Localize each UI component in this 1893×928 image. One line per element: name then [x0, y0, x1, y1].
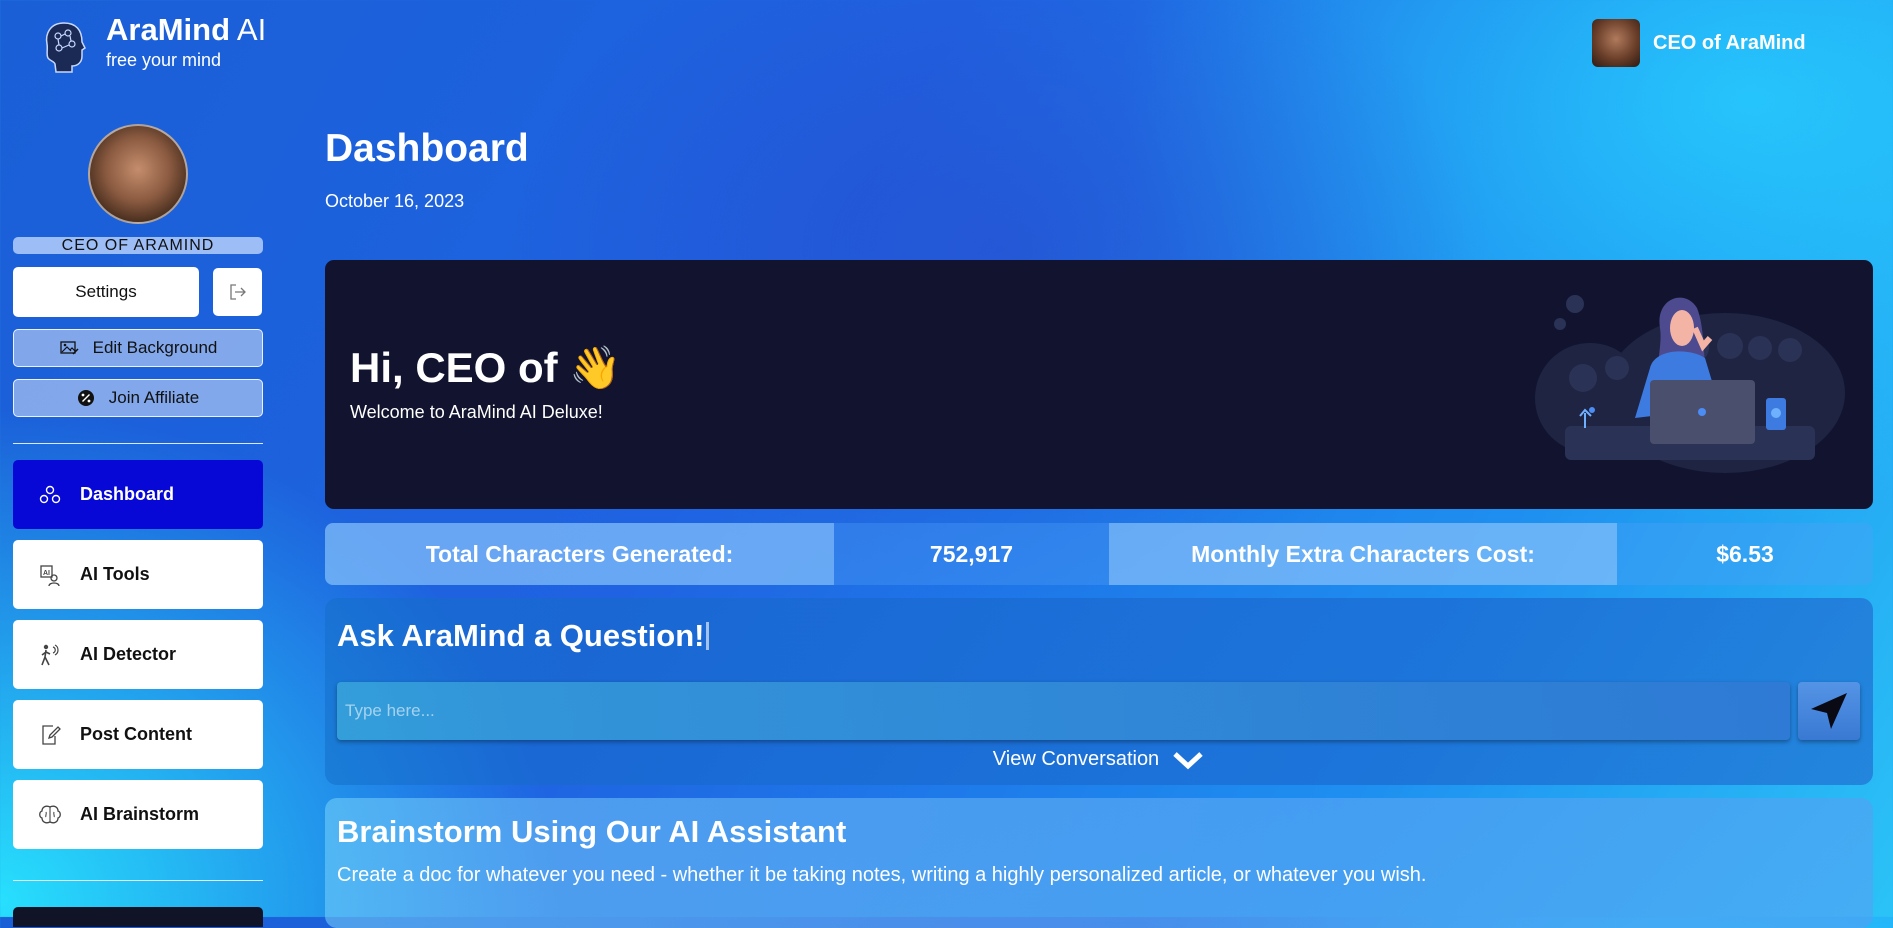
logout-button[interactable] [213, 268, 262, 316]
sidebar-item-label: Post Content [80, 724, 192, 744]
edit-background-button[interactable]: Edit Background [13, 329, 263, 367]
extra-cost-value: $6.53 [1617, 523, 1873, 585]
woman-laptop-illustration [1535, 295, 1845, 473]
role-label: CEO OF ARAMIND [13, 237, 263, 254]
settings-button[interactable]: Settings [13, 267, 199, 317]
hero-greeting: Hi, CEO of 👋 [350, 344, 622, 391]
edit-background-label: Edit Background [92, 338, 218, 357]
sidebar-divider [13, 880, 263, 881]
profile-avatar[interactable] [88, 124, 188, 224]
sidebar-item-label: AI Brainstorm [80, 804, 200, 824]
brainstorm-title: Brainstorm Using Our AI Assistant [337, 814, 847, 849]
top-user-name: CEO of AraMind [1653, 31, 1806, 54]
send-arrow-icon [1811, 693, 1847, 729]
sidebar-item-label: AI Detector [80, 644, 177, 664]
ai-tools-icon: AI [38, 563, 62, 587]
welcome-banner: Hi, CEO of 👋 Welcome to AraMind AI Delux… [325, 260, 1873, 509]
sidebar-item-ai-detector[interactable]: AI Detector [13, 620, 263, 689]
sidebar-divider [13, 443, 263, 444]
brain-head-logo-icon [45, 22, 86, 73]
text-cursor [706, 622, 710, 650]
ask-title: Ask AraMind a Question! [337, 618, 710, 654]
sidebar-item-ai-tools[interactable]: AI AI Tools [13, 540, 263, 609]
question-input[interactable] [337, 682, 1790, 740]
brand-name-suffix: AI [236, 12, 267, 47]
total-characters-label: Total Characters Generated: [325, 523, 834, 585]
usage-stats-bar: Total Characters Generated: 752,917 Mont… [325, 523, 1873, 585]
edit-doc-icon [38, 723, 62, 747]
page-date: October 16, 2023 [325, 191, 465, 211]
brand-name: AraMind AI [106, 12, 266, 48]
percent-badge-icon [77, 390, 94, 406]
sidebar-item-ai-brainstorm[interactable]: AI Brainstorm [13, 780, 263, 849]
brainstorm-description: Create a doc for whatever you need - whe… [337, 864, 1427, 886]
brand[interactable]: AraMind AI free your mind [106, 12, 266, 71]
top-user-avatar [1592, 19, 1640, 67]
svg-text:AI: AI [43, 570, 50, 577]
image-edit-icon [59, 341, 79, 355]
sidebar-item-dashboard[interactable]: Dashboard [13, 460, 263, 529]
chevron-down-icon [1173, 751, 1203, 769]
brand-tagline: free your mind [106, 50, 222, 70]
join-affiliate-label: Join Affiliate [108, 388, 200, 407]
ask-question-panel: Ask AraMind a Question! View Conversatio… [325, 598, 1873, 785]
view-conversation-label: View Conversation [992, 748, 1160, 770]
shapes-icon [38, 483, 62, 507]
send-button[interactable] [1798, 682, 1860, 740]
sidebar-item-post-content[interactable]: Post Content [13, 700, 263, 769]
brainstorm-panel[interactable]: Brainstorm Using Our AI Assistant Create… [325, 798, 1873, 928]
sidebar-item-label: Dashboard [80, 484, 175, 504]
top-user-menu[interactable]: CEO of AraMind [1592, 19, 1806, 67]
extra-cost-label: Monthly Extra Characters Cost: [1109, 523, 1617, 585]
detector-icon [38, 643, 62, 667]
logout-icon [229, 284, 246, 300]
hero-subtitle: Welcome to AraMind AI Deluxe! [350, 402, 603, 422]
sidebar-extra-button[interactable] [13, 907, 263, 927]
page-title: Dashboard [325, 127, 529, 170]
total-characters-value: 752,917 [834, 523, 1109, 585]
ask-title-text: Ask AraMind a Question! [337, 618, 705, 653]
brain-icon [38, 803, 62, 827]
brand-name-bold: AraMind [106, 12, 230, 47]
view-conversation-toggle[interactable]: View Conversation [325, 748, 1873, 771]
join-affiliate-button[interactable]: Join Affiliate [13, 379, 263, 417]
sidebar-item-label: AI Tools [80, 564, 150, 584]
